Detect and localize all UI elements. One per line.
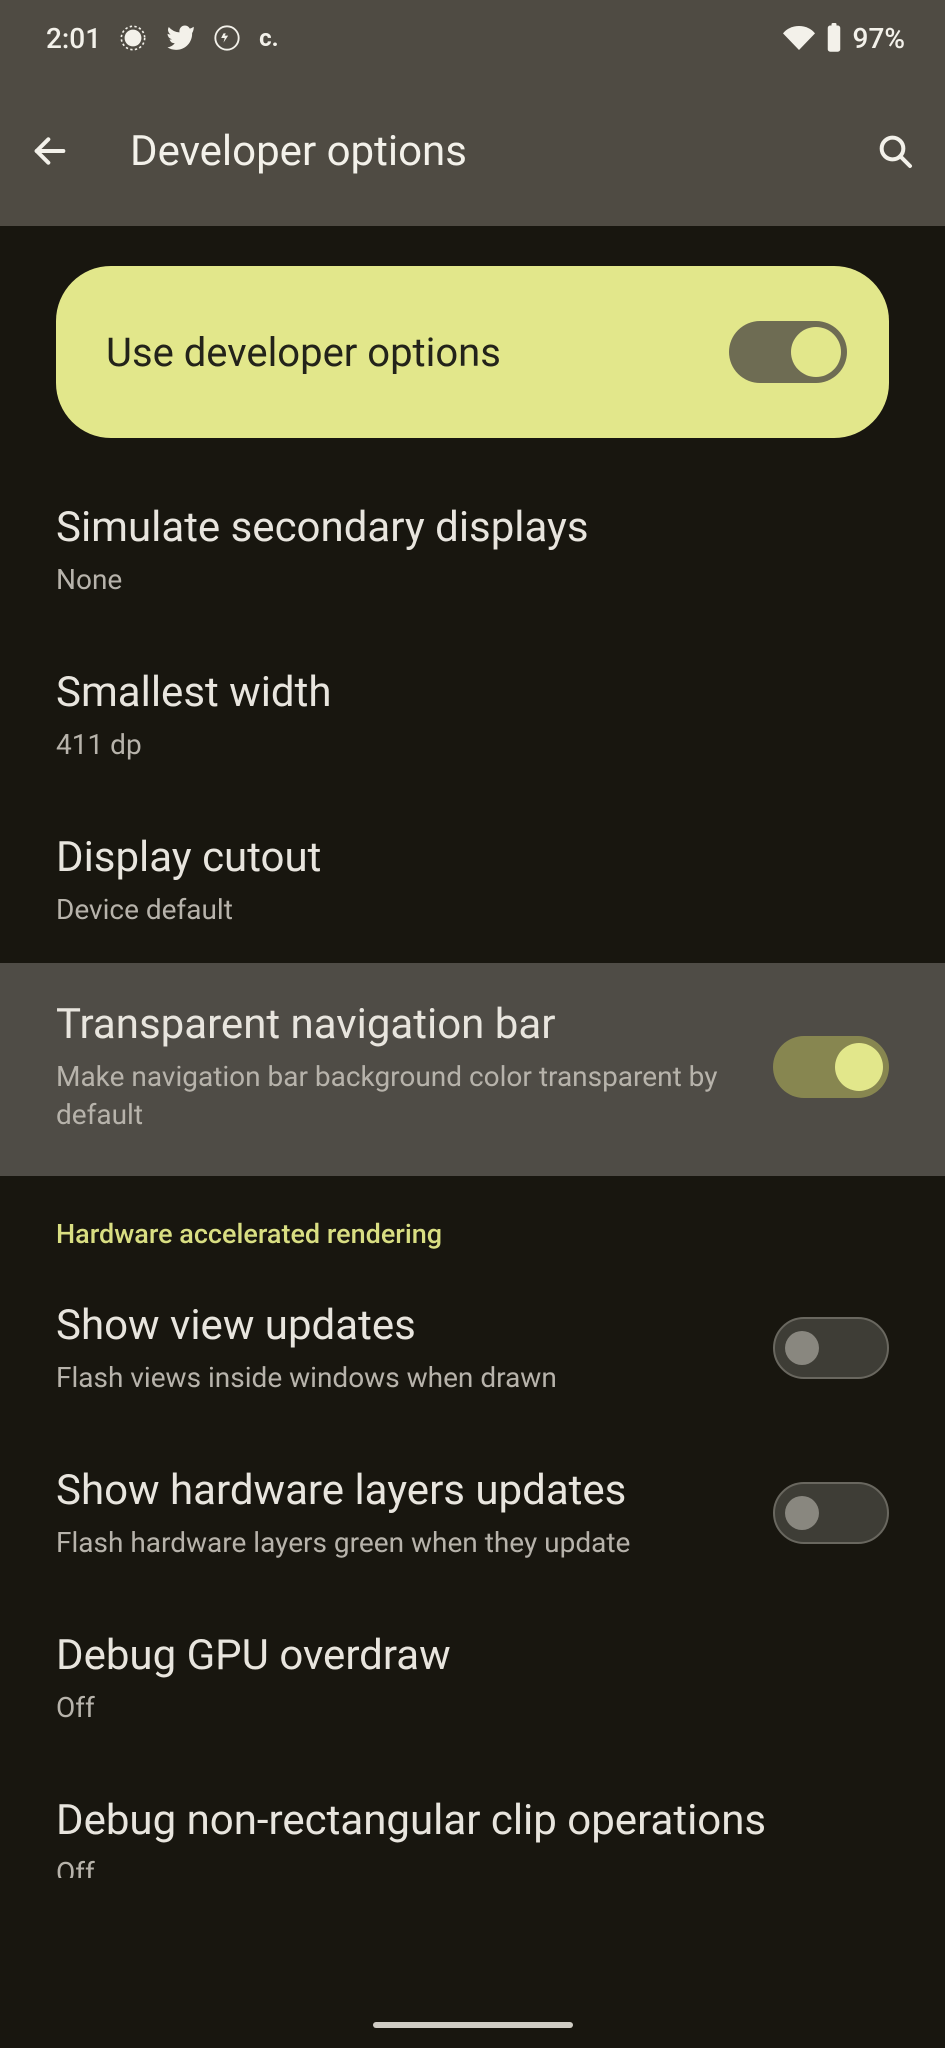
setting-display-cutout[interactable]: Display cutout Device default bbox=[0, 798, 945, 963]
switch-knob bbox=[835, 1043, 883, 1091]
app-bar: Developer options bbox=[0, 76, 945, 226]
setting-title: Smallest width bbox=[56, 667, 889, 718]
setting-debug-nonrect-clip[interactable]: Debug non-rectangular clip operations Of… bbox=[0, 1761, 945, 1878]
setting-debug-gpu-overdraw[interactable]: Debug GPU overdraw Off bbox=[0, 1596, 945, 1761]
back-button[interactable] bbox=[20, 121, 80, 181]
setting-subtitle: Make navigation bar background color tra… bbox=[56, 1058, 753, 1134]
status-bar: 2:01 c. 97% bbox=[0, 0, 945, 76]
setting-title: Simulate secondary displays bbox=[56, 502, 889, 553]
status-time: 2:01 bbox=[46, 22, 101, 55]
setting-title: Transparent navigation bar bbox=[56, 999, 753, 1050]
toggle-show-view-updates[interactable] bbox=[773, 1317, 889, 1379]
setting-show-view-updates[interactable]: Show view updates Flash views inside win… bbox=[0, 1266, 945, 1431]
master-toggle-label: Use developer options bbox=[106, 329, 501, 376]
switch-knob bbox=[785, 1331, 819, 1365]
notification-label: c. bbox=[259, 24, 278, 52]
switch-knob bbox=[785, 1496, 819, 1530]
setting-title: Debug non-rectangular clip operations bbox=[56, 1795, 889, 1846]
setting-subtitle: Flash hardware layers green when they up… bbox=[56, 1524, 753, 1562]
sync-icon bbox=[213, 24, 241, 52]
setting-subtitle: Device default bbox=[56, 891, 889, 929]
switch-knob bbox=[791, 327, 841, 377]
toggle-show-hw-layers[interactable] bbox=[773, 1482, 889, 1544]
wifi-icon bbox=[783, 22, 815, 54]
setting-subtitle: Flash views inside windows when drawn bbox=[56, 1359, 753, 1397]
setting-smallest-width[interactable]: Smallest width 411 dp bbox=[0, 633, 945, 798]
twitter-icon bbox=[165, 23, 195, 53]
setting-show-hardware-layers-updates[interactable]: Show hardware layers updates Flash hardw… bbox=[0, 1431, 945, 1596]
setting-subtitle: None bbox=[56, 561, 889, 599]
section-header-hardware-rendering: Hardware accelerated rendering bbox=[0, 1176, 945, 1266]
setting-subtitle: 411 dp bbox=[56, 726, 889, 764]
setting-subtitle: Off bbox=[56, 1689, 889, 1727]
page-title: Developer options bbox=[130, 127, 815, 176]
battery-icon bbox=[825, 23, 843, 53]
setting-title: Debug GPU overdraw bbox=[56, 1630, 889, 1681]
master-toggle-card[interactable]: Use developer options bbox=[56, 266, 889, 438]
setting-simulate-secondary-displays[interactable]: Simulate secondary displays None bbox=[0, 468, 945, 633]
search-button[interactable] bbox=[865, 121, 925, 181]
signal-app-icon bbox=[119, 24, 147, 52]
toggle-transparent-nav[interactable] bbox=[773, 1036, 889, 1098]
setting-transparent-navigation-bar[interactable]: Transparent navigation bar Make navigati… bbox=[0, 963, 945, 1176]
battery-percent: 97% bbox=[853, 22, 905, 55]
gesture-nav-handle[interactable] bbox=[373, 2022, 573, 2028]
setting-title: Show hardware layers updates bbox=[56, 1465, 753, 1516]
setting-subtitle: Off bbox=[56, 1854, 889, 1878]
setting-title: Display cutout bbox=[56, 832, 889, 883]
master-toggle-switch[interactable] bbox=[729, 321, 847, 383]
setting-title: Show view updates bbox=[56, 1300, 753, 1351]
